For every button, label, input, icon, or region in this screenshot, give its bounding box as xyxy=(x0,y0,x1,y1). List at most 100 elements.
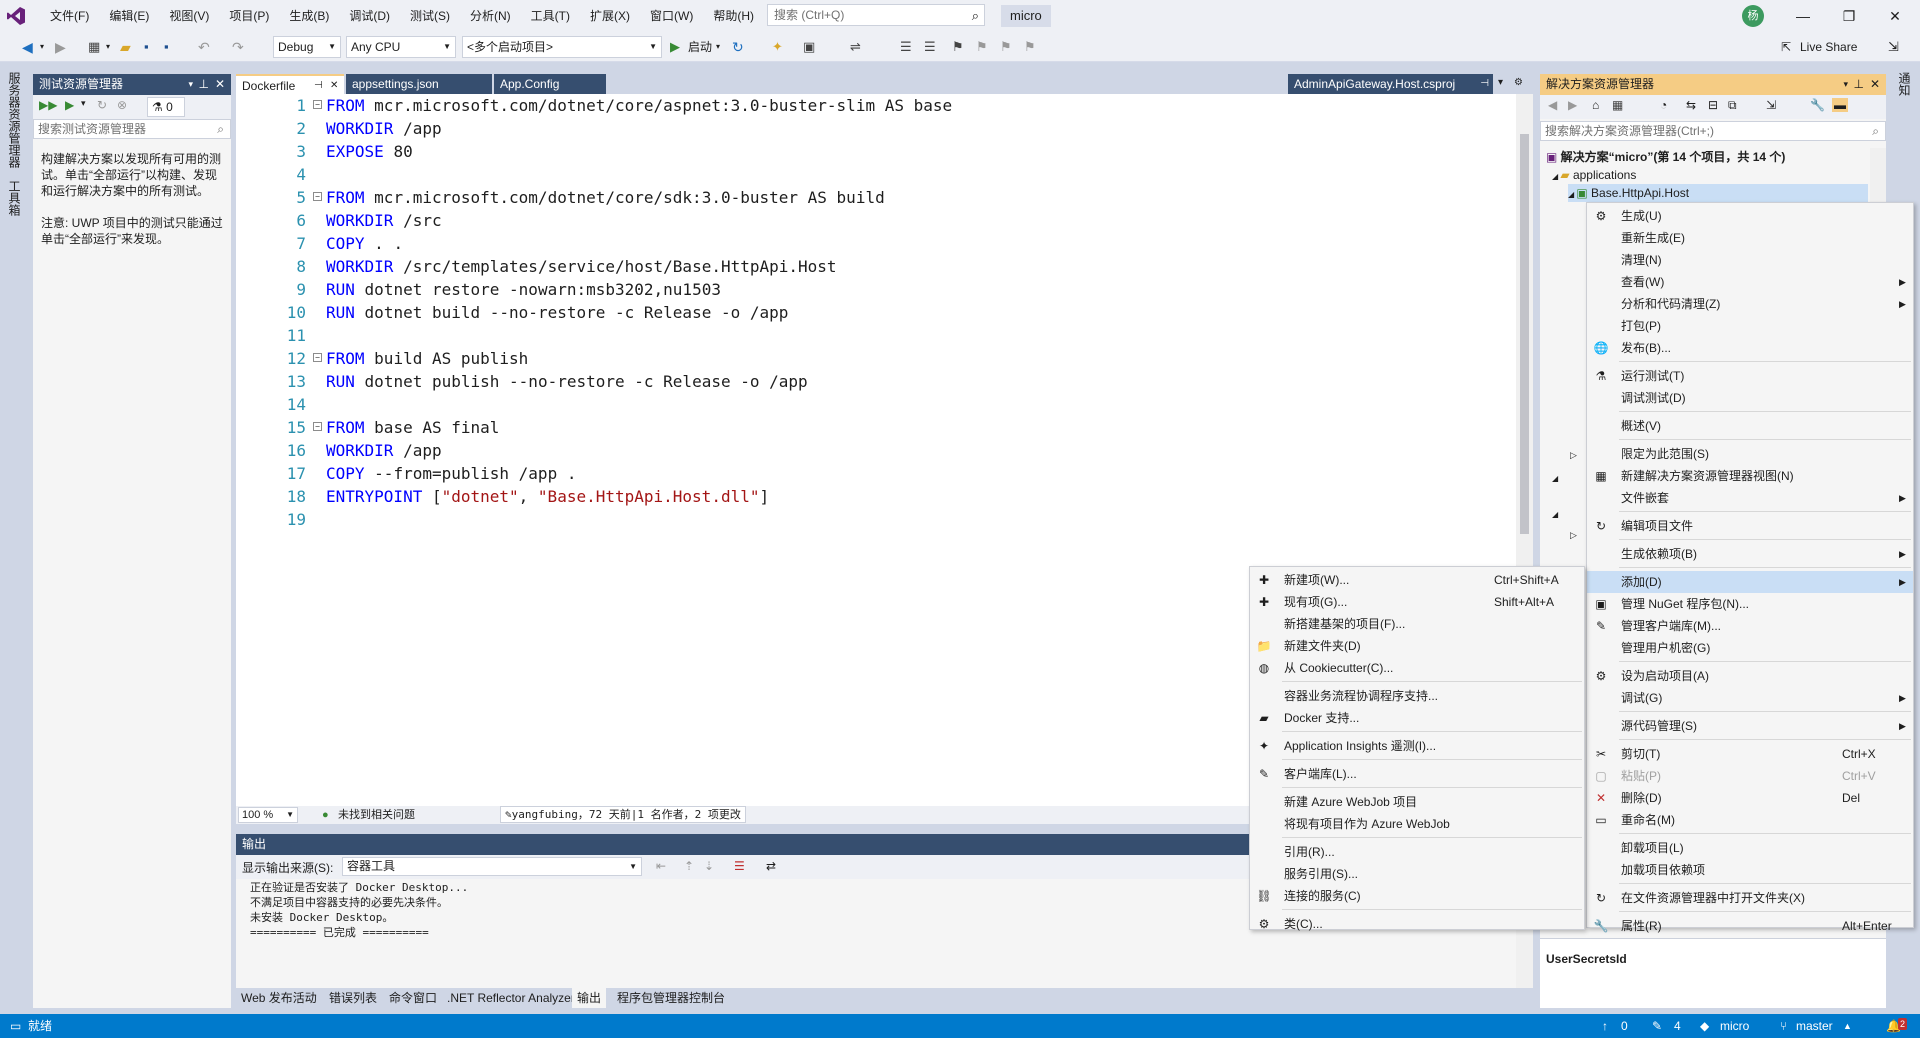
find-message-icon[interactable]: ⇤ xyxy=(656,859,666,873)
menu-item[interactable]: 重新生成(E) xyxy=(1587,227,1913,249)
back-icon[interactable]: ◀ xyxy=(1548,98,1557,112)
menu-item[interactable]: 管理用户机密(G) xyxy=(1587,637,1913,659)
code-line[interactable]: 7 COPY . . xyxy=(236,232,1506,255)
live-share-icon[interactable]: ⇱ xyxy=(1781,37,1791,57)
save-all-icon[interactable]: ▪ xyxy=(164,37,169,57)
repeat-icon[interactable]: ↻ xyxy=(97,98,107,112)
menu-item[interactable]: 工具(T) xyxy=(521,0,580,32)
tab-admin-csproj[interactable]: AdminApiGateway.Host.csproj ⊣ xyxy=(1288,74,1493,94)
menu-item[interactable]: 生成(B) xyxy=(279,0,339,32)
tab-appsettings[interactable]: appsettings.json xyxy=(346,74,492,94)
dropdown-icon[interactable]: ▾ xyxy=(1843,74,1848,95)
menu-item[interactable]: 容器业务流程协调程序支持... xyxy=(1250,685,1584,707)
menu-item[interactable]: ⚙ 生成(U) xyxy=(1587,205,1913,227)
menu-item[interactable]: ▭ 重命名(M) xyxy=(1587,809,1913,831)
menu-item[interactable]: 窗口(W) xyxy=(640,0,703,32)
code-line[interactable]: 3 EXPOSE 80 xyxy=(236,140,1506,163)
fold-toggle-icon[interactable]: − xyxy=(313,100,322,109)
notification-badge[interactable]: 2 xyxy=(1898,1018,1908,1030)
run-icon[interactable]: ▶ xyxy=(65,98,74,112)
fold-toggle-icon[interactable]: − xyxy=(313,192,322,201)
menu-item[interactable]: 生成依赖项(B) ▶ xyxy=(1587,543,1913,565)
bookmark-icon[interactable]: ⚑ xyxy=(952,37,964,57)
notifications-tab[interactable]: 通知 xyxy=(1896,72,1913,96)
restore-icon[interactable]: ❐ xyxy=(1826,0,1872,32)
menu-item[interactable]: ✂ 剪切(T) Ctrl+X xyxy=(1587,743,1913,765)
fold-toggle-icon[interactable]: − xyxy=(313,353,322,362)
close-icon[interactable]: ✕ xyxy=(215,74,225,95)
pencil-icon[interactable]: ✎ xyxy=(1652,1014,1662,1038)
clear-all-icon[interactable]: ☰ xyxy=(734,859,745,873)
start-dropdown-icon[interactable]: ▾ xyxy=(716,37,720,57)
menu-item[interactable]: 测试(S) xyxy=(400,0,460,32)
menu-item[interactable]: ↻ 在文件资源管理器中打开文件夹(X) xyxy=(1587,887,1913,909)
code-line[interactable]: 12− FROM build AS publish xyxy=(236,347,1506,370)
pin-icon[interactable]: ⊥ xyxy=(1854,74,1864,95)
fold-toggle-icon[interactable]: − xyxy=(313,422,322,431)
next-message-icon[interactable]: ⇣ xyxy=(704,859,714,873)
code-line[interactable]: 19 xyxy=(236,508,1506,531)
code-line[interactable]: 9 RUN dotnet restore -nowarn:msb3202,nu15… xyxy=(236,278,1506,301)
menu-item[interactable]: 添加(D) ▶ xyxy=(1587,571,1913,593)
code-line[interactable]: 11 xyxy=(236,324,1506,347)
menu-item[interactable]: 新搭建基架的项目(F)... xyxy=(1250,613,1584,635)
start-icon[interactable]: ▶ xyxy=(670,37,680,57)
close-icon[interactable]: ✕ xyxy=(1872,0,1918,32)
feedback-icon[interactable]: ⇲ xyxy=(1888,37,1899,57)
menu-item[interactable]: 帮助(H) xyxy=(703,0,764,32)
menu-item[interactable]: 卸载项目(L) xyxy=(1587,837,1913,859)
menu-item[interactable]: 扩展(X) xyxy=(580,0,640,32)
repo-icon[interactable]: ◆ xyxy=(1700,1014,1709,1038)
tree-expander-icon[interactable]: ◢ xyxy=(1552,506,1558,524)
menu-item[interactable]: 将现有项目作为 Azure WebJob xyxy=(1250,813,1584,835)
configuration-select[interactable]: Debug ▼ xyxy=(273,36,341,58)
menu-item[interactable]: ⚗ 运行测试(T) xyxy=(1587,365,1913,387)
menu-item[interactable]: ✚ 现有项(G)... Shift+Alt+A xyxy=(1250,591,1584,613)
menu-item[interactable]: 分析(N) xyxy=(460,0,521,32)
code-line[interactable]: 2 WORKDIR /app xyxy=(236,117,1506,140)
save-icon[interactable]: ▪ xyxy=(144,37,149,57)
code-line[interactable]: 6 WORKDIR /src xyxy=(236,209,1506,232)
flask-filter-button[interactable]: ⚗ 0 xyxy=(147,97,185,117)
git-blame-info[interactable]: ✎yangfubing，72 天前|1 名作者，2 项更改 xyxy=(500,806,746,823)
menu-item[interactable]: ▰ Docker 支持... xyxy=(1250,707,1584,729)
code-line[interactable]: 17 COPY --from=publish /app . xyxy=(236,462,1506,485)
switch-views-icon[interactable]: ▦ xyxy=(1612,98,1623,112)
clear-bookmark-icon[interactable]: ⚑ xyxy=(1024,37,1036,57)
zoom-select[interactable]: 100 % ▼ xyxy=(238,807,298,823)
tab-list-dropdown-icon[interactable]: ▾ xyxy=(1498,77,1503,88)
menu-item[interactable]: ▣ 管理 NuGet 程序包(N)... xyxy=(1587,593,1913,615)
code-line[interactable]: 1− FROM mcr.microsoft.com/dotnet/core/asp… xyxy=(236,94,1506,117)
forward-icon[interactable]: ▶ xyxy=(1568,98,1577,112)
repo-name[interactable]: micro xyxy=(1720,1014,1749,1038)
menu-item[interactable]: 编辑(E) xyxy=(99,0,159,32)
outdent-icon[interactable]: ☰ xyxy=(924,37,936,57)
close-icon[interactable]: ✕ xyxy=(330,76,338,96)
start-button[interactable]: 启动 xyxy=(688,37,712,57)
output-source-select[interactable]: 容器工具 ▼ xyxy=(342,857,642,876)
code-line[interactable]: 8 WORKDIR /src/templates/service/host/Bas… xyxy=(236,255,1506,278)
platform-select[interactable]: Any CPU ▼ xyxy=(346,36,456,58)
menu-item[interactable]: ✎ 管理客户端库(M)... xyxy=(1587,615,1913,637)
minimize-panel-icon[interactable]: ▬ xyxy=(1832,98,1848,112)
sync-icon[interactable]: ⇆ xyxy=(1686,98,1696,112)
run-dropdown-icon[interactable]: ▾ xyxy=(81,98,86,109)
code-line[interactable]: 13 RUN dotnet publish --no-restore -c Rel… xyxy=(236,370,1506,393)
tree-expander-icon[interactable]: ▷ xyxy=(1570,446,1577,464)
code-line[interactable]: 15− FROM base AS final xyxy=(236,416,1506,439)
pin-icon[interactable]: ⊣ xyxy=(1480,74,1489,94)
tree-expander-icon[interactable]: ◢ xyxy=(1552,470,1558,488)
menu-item[interactable]: 调试(D) xyxy=(339,0,400,32)
menu-item[interactable]: ⚙ 类(C)... xyxy=(1250,913,1584,935)
bottom-tab[interactable]: 输出 xyxy=(572,988,607,1008)
menu-item[interactable]: 加载项目依赖项 xyxy=(1587,859,1913,881)
show-all-files-icon[interactable]: ⧉ xyxy=(1728,98,1737,113)
run-all-icon[interactable]: ▶▶ xyxy=(39,98,57,112)
word-wrap-icon[interactable]: ⇄ xyxy=(766,859,776,873)
pin-icon[interactable]: ⊣ xyxy=(314,76,323,96)
tree-item-applications[interactable]: ◢ ▰ applications xyxy=(1552,166,1636,184)
step-icon[interactable]: ⇌ xyxy=(850,37,861,57)
avatar[interactable]: 杨 xyxy=(1742,5,1764,27)
quick-search-input[interactable]: 搜索 (Ctrl+Q) ⌕ xyxy=(767,4,985,26)
menu-item[interactable]: 服务引用(S)... xyxy=(1250,863,1584,885)
